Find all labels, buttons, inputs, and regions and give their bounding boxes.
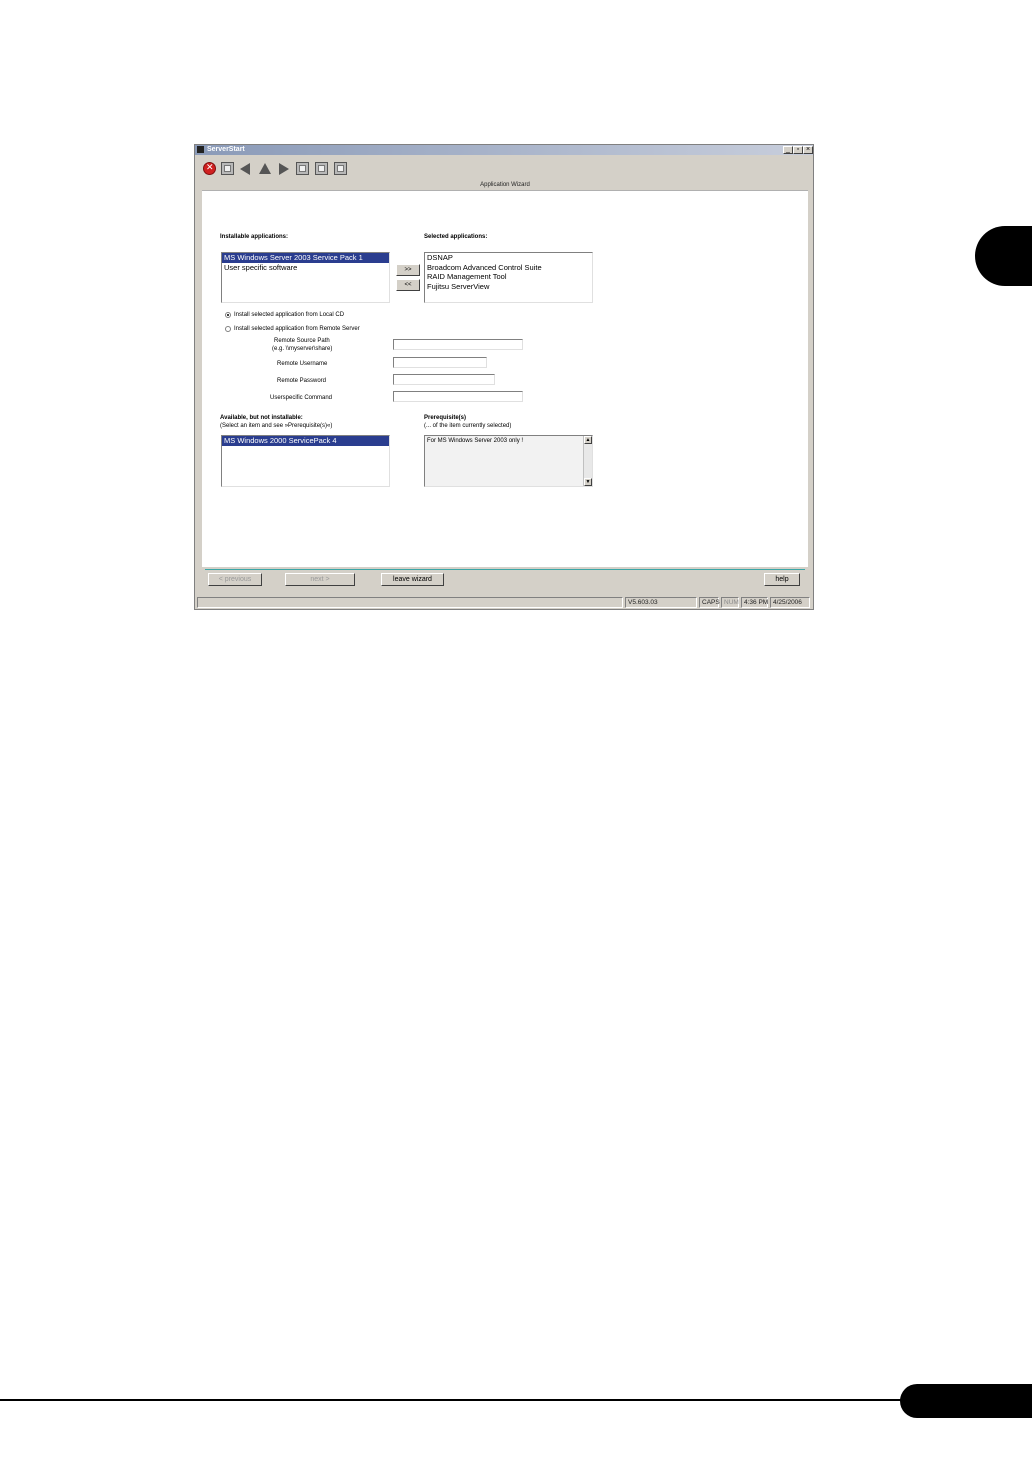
radio-local-cd-label: Install selected application from Local … xyxy=(234,312,345,318)
status-num: NUM xyxy=(721,597,739,608)
footer-divider xyxy=(205,569,805,570)
window-title: ServerStart xyxy=(207,146,245,153)
remote-username-input[interactable] xyxy=(393,357,487,368)
selected-list[interactable]: DSNAP Broadcom Advanced Control Suite RA… xyxy=(424,252,593,303)
scroll-up-icon[interactable]: ▲ xyxy=(584,436,592,444)
help-button[interactable]: help xyxy=(764,573,800,586)
remote-source-input[interactable] xyxy=(393,339,523,350)
prereq-label: Prerequisite(s) xyxy=(424,415,467,421)
title-bar: ServerStart _ ▫ × xyxy=(195,145,813,155)
installable-list[interactable]: MS Windows Server 2003 Service Pack 1 Us… xyxy=(221,252,390,303)
wizard-header: Application Wizard xyxy=(202,181,808,191)
available-hint: (Select an item and see »Prerequisite(s)… xyxy=(220,423,333,429)
radio-remote-server-label: Install selected application from Remote… xyxy=(234,326,360,332)
status-time: 4:36 PM xyxy=(741,597,768,608)
serverstart-window: ServerStart _ ▫ × Application Wizard Ins… xyxy=(194,144,814,610)
list-item[interactable]: Fujitsu ServerView xyxy=(425,282,592,292)
remote-source-label: Remote Source Path xyxy=(274,338,330,344)
maximize-button[interactable]: ▫ xyxy=(793,146,803,154)
home-icon[interactable] xyxy=(221,162,234,175)
available-list[interactable]: MS Windows 2000 ServicePack 4 xyxy=(221,435,390,487)
next-button[interactable]: next > xyxy=(285,573,355,586)
list-icon[interactable] xyxy=(296,162,309,175)
list-item[interactable]: MS Windows Server 2003 Service Pack 1 xyxy=(222,253,389,263)
list-item[interactable]: RAID Management Tool xyxy=(425,272,592,282)
app-icon xyxy=(197,146,204,153)
status-bar: V5.603.03 CAPS NUM 4:36 PM 4/25/2006 xyxy=(195,596,813,609)
list-item[interactable]: MS Windows 2000 ServicePack 4 xyxy=(222,436,389,446)
chapter-tab xyxy=(975,226,1032,286)
status-caps: CAPS xyxy=(699,597,720,608)
prereq-textarea[interactable]: For MS Windows Server 2003 only ! ▲ ▼ xyxy=(424,435,593,487)
remote-username-label: Remote Username xyxy=(277,361,328,367)
previous-button[interactable]: < previous xyxy=(208,573,262,586)
remote-password-input[interactable] xyxy=(393,374,495,385)
prereq-hint: (... of the item currently selected) xyxy=(424,423,512,429)
toolbar xyxy=(195,157,813,181)
wizard-content: Installable applications: MS Windows Ser… xyxy=(202,191,808,567)
radio-local-cd[interactable] xyxy=(225,312,231,318)
selected-label: Selected applications: xyxy=(424,234,488,240)
userspecific-label: Userspecific Command xyxy=(270,395,333,401)
remote-password-label: Remote Password xyxy=(277,378,327,384)
grid-icon[interactable] xyxy=(334,162,347,175)
page-number-tab xyxy=(900,1384,1032,1418)
radio-remote-server[interactable] xyxy=(225,326,231,332)
exit-icon[interactable] xyxy=(203,162,216,175)
list-item[interactable]: Broadcom Advanced Control Suite xyxy=(425,263,592,273)
userspecific-input[interactable] xyxy=(393,391,523,402)
prereq-scrollbar[interactable]: ▲ ▼ xyxy=(583,436,592,486)
prereq-text: For MS Windows Server 2003 only ! xyxy=(427,438,524,444)
status-date: 4/25/2006 xyxy=(770,597,810,608)
view-icon[interactable] xyxy=(315,162,328,175)
back-icon[interactable] xyxy=(240,163,250,175)
close-button[interactable]: × xyxy=(803,146,813,154)
status-message xyxy=(197,597,623,608)
up-icon[interactable] xyxy=(259,163,271,174)
list-item[interactable]: DSNAP xyxy=(425,253,592,263)
available-label: Available, but not installable: xyxy=(220,415,303,421)
remove-button[interactable]: << xyxy=(396,279,420,291)
list-item[interactable]: User specific software xyxy=(222,263,389,273)
installable-label: Installable applications: xyxy=(220,234,289,240)
forward-icon[interactable] xyxy=(279,163,289,175)
add-button[interactable]: >> xyxy=(396,264,420,276)
minimize-button[interactable]: _ xyxy=(783,146,793,154)
footer-rule xyxy=(0,1399,910,1401)
remote-source-hint: (e.g. \\myserver\share) xyxy=(272,346,333,352)
scroll-down-icon[interactable]: ▼ xyxy=(584,478,592,486)
leave-wizard-button[interactable]: leave wizard xyxy=(381,573,444,586)
status-version: V5.603.03 xyxy=(625,597,697,608)
